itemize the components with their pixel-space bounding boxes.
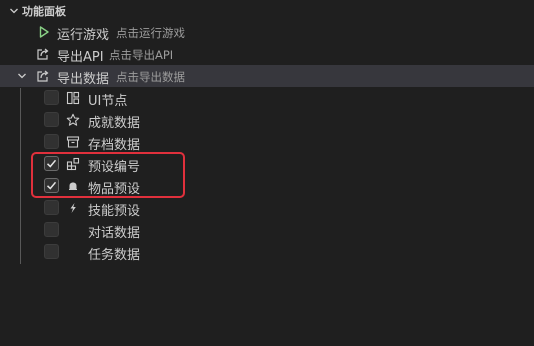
data-item-ui-nodes[interactable]: UI节点 <box>0 87 534 109</box>
layout-icon <box>66 91 80 105</box>
checkbox[interactable] <box>44 244 59 259</box>
export-api-description: 点击导出API <box>109 48 174 62</box>
data-item-skill-presets[interactable]: 技能预设 <box>0 197 534 219</box>
data-item-label: 成就数据 <box>88 116 141 131</box>
checkbox[interactable] <box>44 200 59 215</box>
checkbox[interactable] <box>44 222 59 237</box>
export-icon <box>37 48 49 60</box>
run-game-command[interactable]: 运行游戏 点击运行游戏 <box>0 21 534 43</box>
chevron-down-icon <box>18 73 26 79</box>
export-data-description: 点击导出数据 <box>116 70 185 84</box>
star-icon <box>66 113 80 126</box>
data-item-label: 存档数据 <box>88 138 141 153</box>
export-api-label: 导出API <box>57 50 104 65</box>
play-icon <box>39 26 49 38</box>
export-data-command[interactable]: 导出数据 点击导出数据 <box>0 65 534 87</box>
data-item-achievements[interactable]: 成就数据 <box>0 109 534 131</box>
data-item-quest-data[interactable]: 任务数据 <box>0 241 534 263</box>
chevron-down-icon <box>10 8 18 14</box>
data-item-dialogue-data[interactable]: 对话数据 <box>0 219 534 241</box>
export-icon <box>37 70 49 82</box>
archive-icon <box>66 136 80 148</box>
checkbox[interactable] <box>44 90 59 105</box>
function-panel: 功能面板 运行游戏 点击运行游戏 导出API 点击导出API 导出数据 点击导出… <box>0 0 534 346</box>
panel-title: 功能面板 <box>22 5 66 18</box>
data-item-label: 对话数据 <box>88 226 141 241</box>
data-item-label: UI节点 <box>88 94 128 109</box>
data-item-save-data[interactable]: 存档数据 <box>0 131 534 153</box>
export-data-label: 导出数据 <box>57 72 110 87</box>
checkbox[interactable] <box>44 134 59 149</box>
checkbox[interactable] <box>44 112 59 127</box>
lightning-icon <box>70 203 76 213</box>
run-game-description: 点击运行游戏 <box>116 26 185 40</box>
data-item-label: 任务数据 <box>88 248 141 263</box>
panel-header[interactable]: 功能面板 <box>0 0 534 22</box>
export-api-command[interactable]: 导出API 点击导出API <box>0 43 534 65</box>
annotation-highlight-box <box>31 152 185 198</box>
data-item-label: 技能预设 <box>88 204 141 219</box>
run-game-label: 运行游戏 <box>57 28 110 43</box>
